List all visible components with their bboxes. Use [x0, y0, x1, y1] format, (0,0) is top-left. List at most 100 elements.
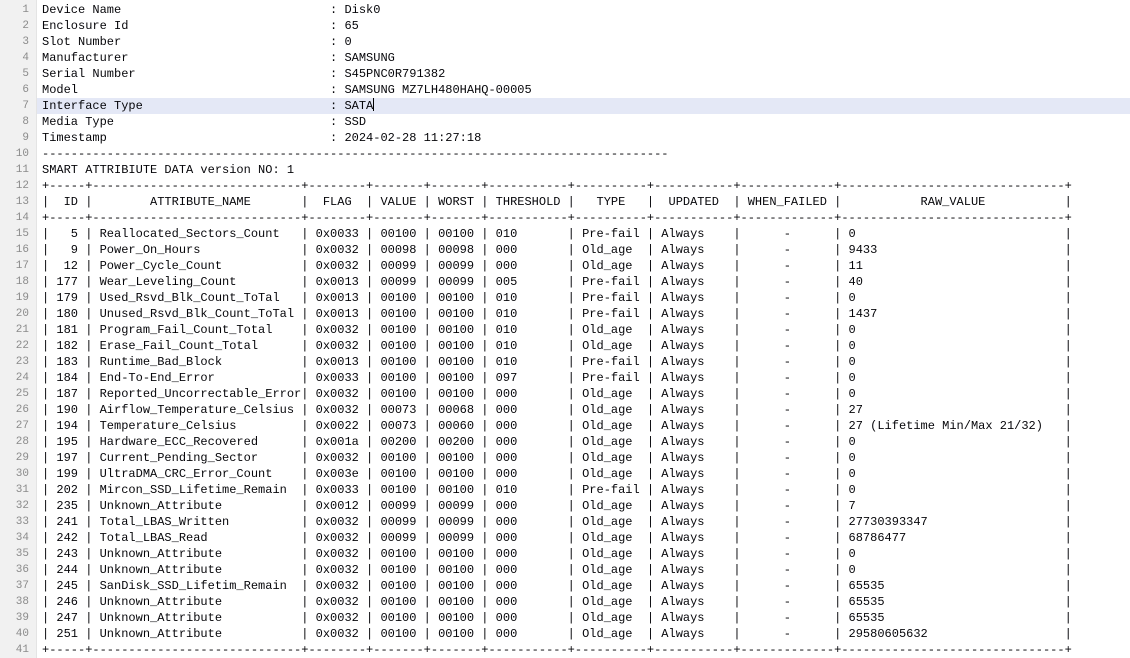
- code-line-text[interactable]: Manufacturer : SAMSUNG: [37, 50, 1130, 66]
- editor-line[interactable]: 30| 199 | UltraDMA_CRC_Error_Count | 0x0…: [0, 466, 1130, 482]
- editor-line[interactable]: 6Model : SAMSUNG MZ7LH480HAHQ-00005: [0, 82, 1130, 98]
- editor-line[interactable]: 22| 182 | Erase_Fail_Count_Total | 0x003…: [0, 338, 1130, 354]
- code-line-text[interactable]: +-----+-----------------------------+---…: [37, 178, 1130, 194]
- code-line-text[interactable]: | 197 | Current_Pending_Sector | 0x0032 …: [37, 450, 1130, 466]
- line-number: 27: [0, 418, 37, 434]
- code-line-text[interactable]: | 251 | Unknown_Attribute | 0x0032 | 001…: [37, 626, 1130, 642]
- code-line-text[interactable]: | 244 | Unknown_Attribute | 0x0032 | 001…: [37, 562, 1130, 578]
- line-number: 33: [0, 514, 37, 530]
- editor-line[interactable]: 23| 183 | Runtime_Bad_Block | 0x0013 | 0…: [0, 354, 1130, 370]
- editor-line[interactable]: 24| 184 | End-To-End_Error | 0x0033 | 00…: [0, 370, 1130, 386]
- code-line-text[interactable]: Model : SAMSUNG MZ7LH480HAHQ-00005: [37, 82, 1130, 98]
- editor-line[interactable]: 41+-----+-----------------------------+-…: [0, 642, 1130, 658]
- code-line-text[interactable]: | 12 | Power_Cycle_Count | 0x0032 | 0009…: [37, 258, 1130, 274]
- code-line-text[interactable]: | 235 | Unknown_Attribute | 0x0012 | 000…: [37, 498, 1130, 514]
- code-line-text[interactable]: | 246 | Unknown_Attribute | 0x0032 | 001…: [37, 594, 1130, 610]
- editor-line[interactable]: 8Media Type : SSD: [0, 114, 1130, 130]
- editor-line[interactable]: 31| 202 | Mircon_SSD_Lifetime_Remain | 0…: [0, 482, 1130, 498]
- editor-line[interactable]: 17| 12 | Power_Cycle_Count | 0x0032 | 00…: [0, 258, 1130, 274]
- code-text: Model : SAMSUNG MZ7LH480HAHQ-00005: [37, 83, 532, 97]
- code-line-text[interactable]: Media Type : SSD: [37, 114, 1130, 130]
- code-line-text[interactable]: Device Name : Disk0: [37, 2, 1130, 18]
- code-line-text[interactable]: Timestamp : 2024-02-28 11:27:18: [37, 130, 1130, 146]
- code-line-text[interactable]: | ID | ATTRIBUTE_NAME | FLAG | VALUE | W…: [37, 194, 1130, 210]
- code-line-text[interactable]: | 183 | Runtime_Bad_Block | 0x0013 | 001…: [37, 354, 1130, 370]
- editor-line[interactable]: 37| 245 | SanDisk_SSD_Lifetim_Remain | 0…: [0, 578, 1130, 594]
- editor-line[interactable]: 5Serial Number : S45PNC0R791382: [0, 66, 1130, 82]
- code-line-text[interactable]: | 177 | Wear_Leveling_Count | 0x0013 | 0…: [37, 274, 1130, 290]
- code-line-text[interactable]: | 241 | Total_LBAS_Written | 0x0032 | 00…: [37, 514, 1130, 530]
- code-text: | 190 | Airflow_Temperature_Celsius | 0x…: [37, 403, 1072, 417]
- code-line-text[interactable]: Serial Number : S45PNC0R791382: [37, 66, 1130, 82]
- editor-line[interactable]: 12+-----+-----------------------------+-…: [0, 178, 1130, 194]
- code-text: | 199 | UltraDMA_CRC_Error_Count | 0x003…: [37, 467, 1072, 481]
- editor-line[interactable]: 21| 181 | Program_Fail_Count_Total | 0x0…: [0, 322, 1130, 338]
- line-number: 39: [0, 610, 37, 626]
- editor-line[interactable]: 1Device Name : Disk0: [0, 2, 1130, 18]
- active-editor-line[interactable]: 7Interface Type : SATA: [0, 98, 1130, 114]
- code-text: Media Type : SSD: [37, 115, 366, 129]
- code-line-text[interactable]: | 245 | SanDisk_SSD_Lifetim_Remain | 0x0…: [37, 578, 1130, 594]
- editor-line[interactable]: 40| 251 | Unknown_Attribute | 0x0032 | 0…: [0, 626, 1130, 642]
- code-line-text[interactable]: | 9 | Power_On_Hours | 0x0032 | 00098 | …: [37, 242, 1130, 258]
- editor-line[interactable]: 39| 247 | Unknown_Attribute | 0x0032 | 0…: [0, 610, 1130, 626]
- code-line-text[interactable]: | 247 | Unknown_Attribute | 0x0032 | 001…: [37, 610, 1130, 626]
- line-number: 1: [0, 2, 37, 18]
- code-line-text[interactable]: +-----+-----------------------------+---…: [37, 210, 1130, 226]
- line-number: 40: [0, 626, 37, 642]
- editor-line[interactable]: 14+-----+-----------------------------+-…: [0, 210, 1130, 226]
- code-line-text[interactable]: | 195 | Hardware_ECC_Recovered | 0x001a …: [37, 434, 1130, 450]
- code-line-text[interactable]: | 184 | End-To-End_Error | 0x0033 | 0010…: [37, 370, 1130, 386]
- editor-line[interactable]: 36| 244 | Unknown_Attribute | 0x0032 | 0…: [0, 562, 1130, 578]
- editor-line[interactable]: 15| 5 | Reallocated_Sectors_Count | 0x00…: [0, 226, 1130, 242]
- line-number: 9: [0, 130, 37, 146]
- editor-line[interactable]: 9Timestamp : 2024-02-28 11:27:18: [0, 130, 1130, 146]
- editor-line[interactable]: 10--------------------------------------…: [0, 146, 1130, 162]
- editor-line[interactable]: 18| 177 | Wear_Leveling_Count | 0x0013 |…: [0, 274, 1130, 290]
- line-number: 13: [0, 194, 37, 210]
- editor-line[interactable]: 4Manufacturer : SAMSUNG: [0, 50, 1130, 66]
- editor-line[interactable]: 34| 242 | Total_LBAS_Read | 0x0032 | 000…: [0, 530, 1130, 546]
- code-line-text[interactable]: | 242 | Total_LBAS_Read | 0x0032 | 00099…: [37, 530, 1130, 546]
- editor-line[interactable]: 13| ID | ATTRIBUTE_NAME | FLAG | VALUE |…: [0, 194, 1130, 210]
- code-line-text[interactable]: | 182 | Erase_Fail_Count_Total | 0x0032 …: [37, 338, 1130, 354]
- code-line-text[interactable]: | 194 | Temperature_Celsius | 0x0022 | 0…: [37, 418, 1130, 434]
- line-number: 17: [0, 258, 37, 274]
- editor-line[interactable]: 35| 243 | Unknown_Attribute | 0x0032 | 0…: [0, 546, 1130, 562]
- text-editor[interactable]: 1Device Name : Disk02Enclosure Id : 653S…: [0, 0, 1130, 658]
- editor-line[interactable]: 26| 190 | Airflow_Temperature_Celsius | …: [0, 402, 1130, 418]
- code-line-text[interactable]: | 190 | Airflow_Temperature_Celsius | 0x…: [37, 402, 1130, 418]
- code-line-text[interactable]: Slot Number : 0: [37, 34, 1130, 50]
- code-line-text[interactable]: SMART ATTRIBIUTE DATA version NO: 1: [37, 162, 1130, 178]
- code-line-text[interactable]: | 243 | Unknown_Attribute | 0x0032 | 001…: [37, 546, 1130, 562]
- line-number: 23: [0, 354, 37, 370]
- editor-line[interactable]: 33| 241 | Total_LBAS_Written | 0x0032 | …: [0, 514, 1130, 530]
- line-number: 4: [0, 50, 37, 66]
- code-line-text[interactable]: | 199 | UltraDMA_CRC_Error_Count | 0x003…: [37, 466, 1130, 482]
- editor-line[interactable]: 28| 195 | Hardware_ECC_Recovered | 0x001…: [0, 434, 1130, 450]
- code-line-text[interactable]: Enclosure Id : 65: [37, 18, 1130, 34]
- editor-line[interactable]: 16| 9 | Power_On_Hours | 0x0032 | 00098 …: [0, 242, 1130, 258]
- editor-line[interactable]: 2Enclosure Id : 65: [0, 18, 1130, 34]
- code-text: | 177 | Wear_Leveling_Count | 0x0013 | 0…: [37, 275, 1072, 289]
- editor-line[interactable]: 27| 194 | Temperature_Celsius | 0x0022 |…: [0, 418, 1130, 434]
- editor-line[interactable]: 11SMART ATTRIBIUTE DATA version NO: 1: [0, 162, 1130, 178]
- editor-line[interactable]: 3Slot Number : 0: [0, 34, 1130, 50]
- editor-line[interactable]: 32| 235 | Unknown_Attribute | 0x0012 | 0…: [0, 498, 1130, 514]
- code-text: | 9 | Power_On_Hours | 0x0032 | 00098 | …: [37, 243, 1072, 257]
- code-line-text[interactable]: +-----+-----------------------------+---…: [37, 642, 1130, 658]
- code-line-text[interactable]: | 5 | Reallocated_Sectors_Count | 0x0033…: [37, 226, 1130, 242]
- editor-line[interactable]: 25| 187 | Reported_Uncorrectable_Error| …: [0, 386, 1130, 402]
- code-line-text[interactable]: | 180 | Unused_Rsvd_Blk_Count_ToTal | 0x…: [37, 306, 1130, 322]
- editor-line[interactable]: 19| 179 | Used_Rsvd_Blk_Count_ToTal | 0x…: [0, 290, 1130, 306]
- editor-line[interactable]: 20| 180 | Unused_Rsvd_Blk_Count_ToTal | …: [0, 306, 1130, 322]
- code-line-text[interactable]: | 179 | Used_Rsvd_Blk_Count_ToTal | 0x00…: [37, 290, 1130, 306]
- line-number: 2: [0, 18, 37, 34]
- editor-line[interactable]: 38| 246 | Unknown_Attribute | 0x0032 | 0…: [0, 594, 1130, 610]
- code-line-text[interactable]: | 187 | Reported_Uncorrectable_Error| 0x…: [37, 386, 1130, 402]
- code-line-text[interactable]: Interface Type : SATA: [37, 98, 1130, 114]
- editor-line[interactable]: 29| 197 | Current_Pending_Sector | 0x003…: [0, 450, 1130, 466]
- code-line-text[interactable]: | 202 | Mircon_SSD_Lifetime_Remain | 0x0…: [37, 482, 1130, 498]
- code-line-text[interactable]: ----------------------------------------…: [37, 146, 1130, 162]
- code-line-text[interactable]: | 181 | Program_Fail_Count_Total | 0x003…: [37, 322, 1130, 338]
